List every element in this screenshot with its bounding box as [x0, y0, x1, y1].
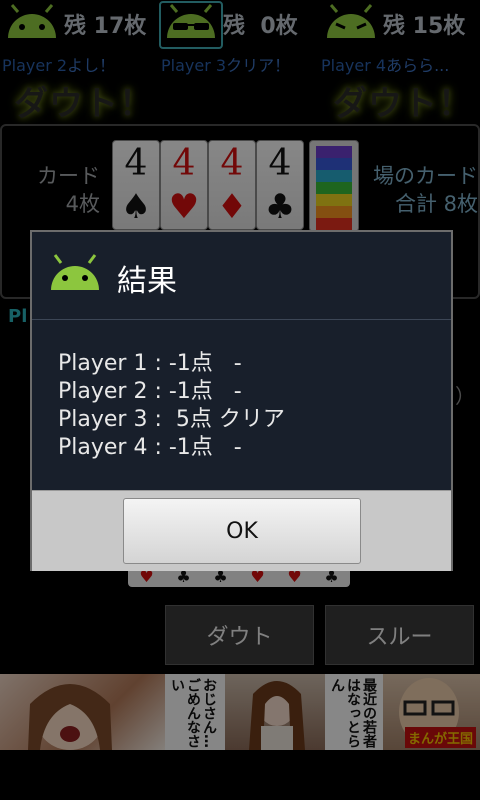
result-dialog: 結果 Player 1 : -1点 - Player 2 : -1点 - Pla… — [30, 230, 453, 571]
result-line-player-2: Player 2 : -1点 - — [58, 379, 242, 404]
result-line-player-1: Player 1 : -1点 - — [58, 351, 242, 376]
result-list: Player 1 : -1点 - Player 2 : -1点 - Player… — [58, 350, 285, 462]
result-line-player-3: Player 3 : 5点 クリア — [58, 407, 285, 432]
ok-button[interactable]: OK — [123, 498, 361, 564]
dialog-title: 結果 — [117, 264, 177, 299]
game-screen: 残 17枚 残 0枚 残 15枚 Player 2よし！ Player 3クリア… — [0, 0, 480, 800]
android-icon — [51, 254, 99, 290]
dialog-footer: OK — [32, 490, 451, 571]
result-line-player-4: Player 4 : -1点 - — [58, 435, 242, 460]
dialog-header: 結果 — [32, 232, 451, 320]
